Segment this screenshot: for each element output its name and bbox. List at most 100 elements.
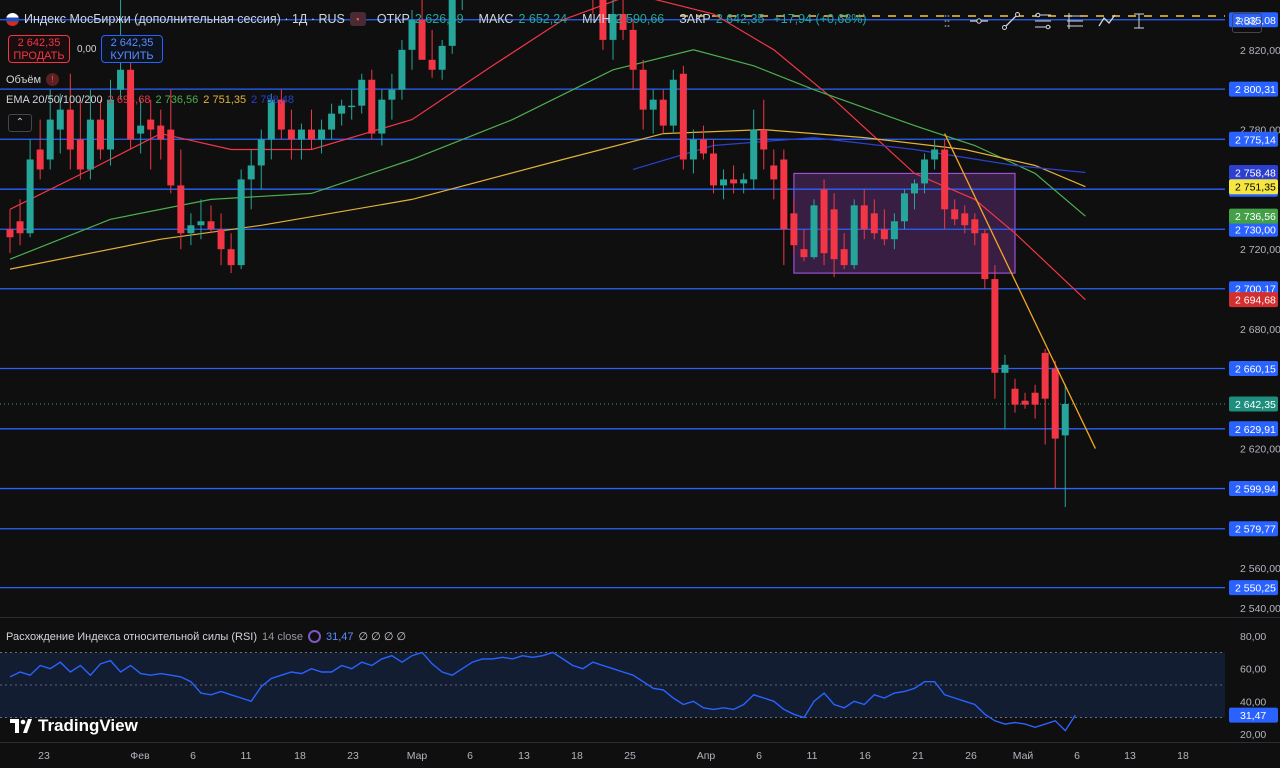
sell-button[interactable]: 2 642,35 ПРОДАТЬ — [8, 35, 70, 63]
candle — [629, 19, 637, 90]
path-icon[interactable] — [1096, 10, 1118, 32]
candle-body — [338, 105, 346, 114]
candle-body — [308, 129, 315, 140]
candle — [36, 119, 44, 180]
symbol-legend[interactable]: Индекс МосБиржи (дополнительная сессия) … — [6, 12, 871, 26]
candle — [338, 99, 346, 126]
candle-body — [137, 125, 145, 134]
time-tick-label: Мар — [407, 750, 428, 762]
brand-name: TradingView — [38, 716, 138, 735]
low-label: МИН — [582, 12, 611, 26]
candle-body — [720, 179, 728, 186]
candle — [418, 0, 426, 60]
sell-label: ПРОДАТЬ — [13, 50, 65, 62]
measure-icon[interactable] — [1128, 10, 1150, 32]
candle-body — [699, 139, 707, 154]
warning-icon[interactable]: ! — [46, 73, 60, 86]
drag-handle-icon[interactable] — [936, 10, 958, 32]
ema-legend[interactable]: EMA 20/50/100/200 2 694,68 2 736,56 2 75… — [6, 94, 294, 106]
candle-body — [1021, 400, 1029, 405]
candle-body — [46, 119, 54, 160]
candle-body — [197, 221, 205, 226]
rsi-tick-label: 80,00 — [1240, 631, 1266, 643]
trend-line-icon[interactable] — [1000, 10, 1022, 32]
level-tag: 2 775,14 — [1235, 134, 1276, 146]
candle — [1001, 354, 1009, 429]
candle-body — [328, 113, 336, 130]
candle-body — [810, 205, 818, 258]
candle-body — [689, 139, 697, 160]
tradingview-logo[interactable]: TradingView — [10, 716, 138, 736]
candle-body — [830, 209, 838, 260]
candle-body — [1051, 368, 1059, 439]
time-tick-label: 6 — [1074, 750, 1080, 762]
candle — [16, 199, 24, 246]
alert-icon[interactable]: ▪ — [349, 12, 366, 26]
candle-body — [870, 213, 878, 234]
currency-selector[interactable]: RUB — [1232, 13, 1262, 33]
price-tick-label: 2 620,00 — [1240, 444, 1280, 456]
candle-body — [358, 79, 366, 106]
sell-price: 2 642,35 — [17, 37, 61, 49]
candle-body — [6, 229, 14, 238]
candle-body — [941, 149, 949, 210]
candle-body — [207, 221, 215, 230]
drawing-toolbar — [930, 6, 1156, 36]
ema50-tag: 2 736,56 — [1235, 211, 1276, 223]
candle-body — [227, 249, 235, 266]
rsi-tick-label: 20,00 — [1240, 729, 1266, 741]
candle — [679, 65, 687, 170]
candle — [388, 73, 396, 120]
volume-label: Объём — [6, 73, 42, 86]
rsi-settings-icon[interactable] — [308, 630, 322, 643]
candle-body — [659, 99, 667, 126]
candle-body — [780, 159, 788, 230]
time-tick-label: 13 — [1124, 750, 1136, 762]
time-tick-label: 23 — [38, 750, 50, 762]
spread-value: 0,00 — [77, 44, 97, 55]
buy-button[interactable]: 2 642,35 КУПИТЬ — [101, 35, 163, 63]
candle — [659, 89, 667, 134]
candle-body — [247, 165, 255, 180]
candle-body — [790, 213, 798, 246]
candle — [689, 129, 697, 174]
price-tick-label: 2 680,00 — [1240, 324, 1280, 336]
candle-body — [850, 205, 858, 266]
fib-icon[interactable] — [1032, 10, 1054, 32]
time-tick-label: 16 — [859, 750, 871, 762]
rsi-legend[interactable]: Расхождение Индекса относительной силы (… — [6, 630, 406, 643]
close-label: ЗАКР — [679, 12, 711, 26]
rsi-tick-label: 60,00 — [1240, 664, 1266, 676]
time-tick-label: 18 — [294, 750, 306, 762]
candle — [699, 125, 707, 160]
candle — [247, 149, 255, 210]
high-label: МАКС — [478, 12, 514, 26]
candle — [639, 59, 647, 130]
low-value: 2 590,66 — [615, 12, 665, 26]
time-tick-label: 6 — [467, 750, 473, 762]
time-tick-label: 18 — [571, 750, 583, 762]
price-tick-label: 2 540,00 — [1240, 603, 1280, 615]
price-chart[interactable]: 2 540,00 2 560,00 2 620,00 2 680,00 2 720,00… — [0, 0, 1280, 618]
candle — [237, 169, 245, 270]
volume-legend[interactable]: Объём ! — [6, 73, 60, 86]
candle — [177, 149, 185, 250]
candle — [810, 199, 818, 260]
candle — [187, 213, 195, 246]
buy-price: 2 642,35 — [110, 37, 154, 49]
change-value: +17,94 (+0,68%) — [773, 12, 867, 26]
candle — [6, 209, 14, 254]
candle-body — [16, 221, 24, 234]
time-tick-label: 11 — [241, 750, 252, 762]
candle-body — [820, 189, 828, 254]
time-axis: 23 Фев 6 11 18 23 Мар 6 13 18 25 Апр 6 11 16 21 26 Май 6 13… — [0, 742, 1280, 762]
rsi-chart[interactable]: 20,00 40,00 60,00 80,00 31,47 — [0, 628, 1280, 742]
candle-body — [840, 249, 848, 266]
level-tag: 2 550,25 — [1235, 583, 1276, 595]
fib-channel-icon[interactable] — [1064, 10, 1086, 32]
horizontal-ray-icon[interactable] — [968, 10, 990, 32]
candle-body — [26, 159, 34, 234]
candle-body — [117, 69, 125, 90]
rsi-axis — [1226, 628, 1280, 742]
collapse-legend-button[interactable]: ⌃ — [8, 114, 32, 132]
